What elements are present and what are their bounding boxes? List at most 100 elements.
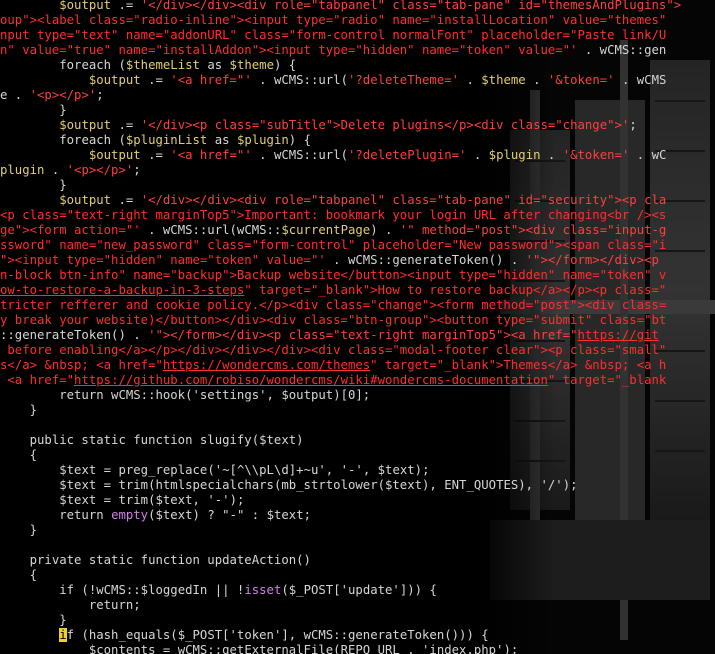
code-token: } bbox=[0, 613, 67, 627]
code-token: $currentPage bbox=[281, 223, 371, 237]
code-token: '/' bbox=[540, 478, 563, 492]
code-token: nput type="text" name="addonURL" class="… bbox=[0, 28, 667, 42]
code-line[interactable]: $contents = wCMS::getExternalFile(REPO_U… bbox=[0, 643, 715, 654]
code-token: ( bbox=[148, 508, 156, 522]
code-token: } bbox=[0, 103, 67, 117]
code-token: foreach bbox=[59, 133, 112, 147]
code-token: https://wondercms.com/themes bbox=[162, 358, 371, 372]
code-token: ; bbox=[133, 163, 141, 177]
code-line[interactable]: $output .= '</div></div><div role="tabpa… bbox=[0, 0, 715, 13]
code-line[interactable]: $text = trim($text, '-'); bbox=[0, 493, 715, 508]
code-token: $output bbox=[59, 0, 112, 12]
code-token: '&token=' bbox=[547, 73, 615, 87]
code-token: e . bbox=[0, 88, 30, 102]
code-token: , bbox=[325, 463, 341, 477]
code-line[interactable]: e . '<p></p>'; bbox=[0, 88, 715, 103]
code-line[interactable]: nput type="text" name="addonURL" class="… bbox=[0, 28, 715, 43]
code-token: } bbox=[0, 523, 38, 537]
code-token: $output bbox=[59, 118, 112, 132]
code-token: { bbox=[0, 448, 38, 462]
code-token: empty bbox=[111, 508, 149, 522]
code-line[interactable]: if (hash_equals($_POST['token'], wCMS::g… bbox=[0, 628, 715, 643]
code-line[interactable]: n" value="true" name="installAddon"><inp… bbox=[0, 43, 715, 58]
code-line[interactable]: return empty($text) ? "-" : $text; bbox=[0, 508, 715, 523]
code-token: n-block btn-info" name="backup">Backup w… bbox=[0, 268, 667, 282]
code-line[interactable]: $output .= '<a href="' . wCMS::url('?del… bbox=[0, 148, 715, 163]
code-token: .= bbox=[140, 148, 171, 162]
code-token: '"></form></div><p class="text-right mar… bbox=[148, 328, 578, 342]
code-token: ::generateToken() . bbox=[0, 328, 149, 342]
code-line[interactable]: before enabling</a></p></div></div></div… bbox=[0, 343, 715, 358]
code-token: ) ? bbox=[192, 508, 223, 522]
code-token: $theme bbox=[229, 58, 274, 72]
code-token: '</div></div><div role="tabpanel" class=… bbox=[140, 0, 682, 12]
code-token: .= bbox=[111, 193, 141, 207]
code-token: y break your website)</button></div><div… bbox=[0, 313, 667, 327]
code-line[interactable]: { bbox=[0, 568, 715, 583]
code-line[interactable]: tricter refferer and cookie policy.</p><… bbox=[0, 298, 715, 313]
code-token: ( bbox=[111, 133, 126, 147]
code-line[interactable]: return; bbox=[0, 598, 715, 613]
code-token: $text bbox=[59, 463, 97, 477]
code-token: $output bbox=[281, 388, 334, 402]
code-line[interactable]: return wCMS::hook('settings', $output)[0… bbox=[0, 388, 715, 403]
code-token: ssword" name="new_password" class="form-… bbox=[0, 238, 667, 252]
code-token: , bbox=[192, 493, 208, 507]
code-token: " target="_blank">How to restore backup<… bbox=[244, 283, 667, 297]
code-line[interactable]: } bbox=[0, 403, 715, 418]
code-line[interactable]: ow-to-restore-a-backup-in-3-steps" targe… bbox=[0, 283, 715, 298]
code-token: $text bbox=[155, 508, 193, 522]
code-token: ) { bbox=[288, 133, 311, 147]
code-line[interactable]: oup"><label class="radio-inline"><input … bbox=[0, 13, 715, 28]
code-line[interactable]: foreach ($themeList as $theme) { bbox=[0, 58, 715, 73]
code-token: . bbox=[540, 148, 563, 162]
code-line[interactable] bbox=[0, 538, 715, 553]
code-line[interactable]: y break your website)</button></div><div… bbox=[0, 313, 715, 328]
code-line[interactable]: <p class="text-right marginTop5">Importa… bbox=[0, 208, 715, 223]
code-token: '<p></p>' bbox=[29, 88, 97, 102]
code-line[interactable]: private static function updateAction() bbox=[0, 553, 715, 568]
code-line[interactable]: $output .= '<a href="' . wCMS::url('?del… bbox=[0, 73, 715, 88]
code-token: ) bbox=[296, 433, 304, 447]
code-editor[interactable]: $output .= '</div></div><div role="tabpa… bbox=[0, 0, 715, 654]
code-line[interactable] bbox=[0, 418, 715, 433]
code-token: [ bbox=[222, 628, 230, 642]
code-token: $contents bbox=[88, 643, 156, 654]
code-line[interactable]: } bbox=[0, 613, 715, 628]
code-line[interactable]: "><input type="hidden" name="token" valu… bbox=[0, 253, 715, 268]
code-line[interactable]: ssword" name="new_password" class="form-… bbox=[0, 238, 715, 253]
code-line[interactable]: $output .= '</div></div><div role="tabpa… bbox=[0, 193, 715, 208]
code-token: $pluginList bbox=[125, 133, 208, 147]
code-token: ], wCMS::generateToken())) { bbox=[281, 628, 489, 642]
code-line[interactable]: } bbox=[0, 178, 715, 193]
code-line[interactable]: foreach ($pluginList as $plugin) { bbox=[0, 133, 715, 148]
code-token: if (!wCMS:: bbox=[0, 583, 141, 597]
code-token: as bbox=[199, 58, 230, 72]
code-line[interactable]: ge"><form action="' . wCMS::url(wCMS::$c… bbox=[0, 223, 715, 238]
code-line[interactable]: plugin . '<p></p>'; bbox=[0, 163, 715, 178]
code-line[interactable]: $text = preg_replace('~[^\\pL\d]+~u', '-… bbox=[0, 463, 715, 478]
code-line[interactable]: $output .= '</div><p class="subTitle">De… bbox=[0, 118, 715, 133]
code-token: '~[^\\pL\d]+~u' bbox=[214, 463, 326, 477]
code-line[interactable]: $text = trim(htmlspecialchars(mb_strtolo… bbox=[0, 478, 715, 493]
code-line[interactable]: public static function slugify($text) bbox=[0, 433, 715, 448]
code-token: ) . bbox=[370, 223, 400, 237]
code-token: '</div><p class="subTitle">Delete plugin… bbox=[140, 118, 630, 132]
code-line[interactable]: } bbox=[0, 103, 715, 118]
code-token: . wC bbox=[629, 148, 667, 162]
code-token: '&token=' bbox=[562, 148, 630, 162]
code-line[interactable]: } bbox=[0, 523, 715, 538]
code-token: " target="_blank bbox=[547, 373, 667, 387]
code-line[interactable]: n-block btn-info" name="backup">Backup w… bbox=[0, 268, 715, 283]
code-line[interactable]: <a href="https://github.com/robiso/wonde… bbox=[0, 373, 715, 388]
text-cursor: i bbox=[59, 628, 67, 642]
code-line[interactable]: { bbox=[0, 448, 715, 463]
code-line[interactable]: s</a> &nbsp; <a href="https://wondercms.… bbox=[0, 358, 715, 373]
code-line[interactable]: if (!wCMS::$loggedIn || !isset($_POST['u… bbox=[0, 583, 715, 598]
code-token: $themeList bbox=[125, 58, 200, 72]
code-token: . wCMS::url( bbox=[259, 73, 348, 87]
code-line[interactable]: ::generateToken() . '"></form></div><p c… bbox=[0, 328, 715, 343]
code-token: '"></form></div><p bbox=[525, 253, 659, 267]
code-token: return; bbox=[0, 598, 141, 612]
